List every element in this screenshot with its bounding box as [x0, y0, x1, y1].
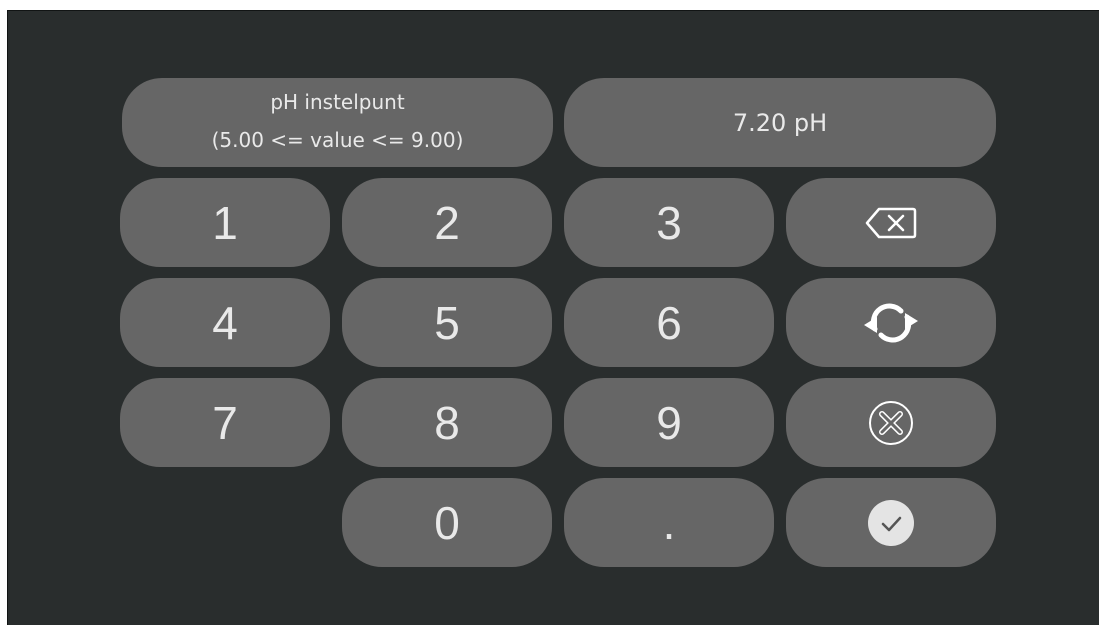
cancel-button[interactable] — [786, 378, 996, 467]
key-0-button[interactable]: 0 — [342, 478, 552, 567]
keypad-screen: pH instelpunt (5.00 <= value <= 9.00) 7.… — [7, 10, 1099, 625]
key-6-button[interactable]: 6 — [564, 278, 774, 367]
refresh-icon — [864, 303, 918, 342]
setpoint-title: pH instelpunt — [270, 89, 405, 114]
key-4-button[interactable]: 4 — [120, 278, 330, 367]
key-7-button[interactable]: 7 — [120, 378, 330, 467]
value-display: 7.20 pH — [564, 78, 996, 167]
backspace-button[interactable] — [786, 178, 996, 267]
key-5-button[interactable]: 5 — [342, 278, 552, 367]
confirm-button[interactable] — [786, 478, 996, 567]
cancel-icon — [869, 400, 913, 445]
reset-button[interactable] — [786, 278, 996, 367]
backspace-icon — [865, 207, 917, 238]
key-1-button[interactable]: 1 — [120, 178, 330, 267]
setpoint-info-panel: pH instelpunt (5.00 <= value <= 9.00) — [122, 78, 553, 167]
checkmark-icon — [868, 499, 914, 546]
setpoint-range: (5.00 <= value <= 9.00) — [211, 127, 464, 152]
key-8-button[interactable]: 8 — [342, 378, 552, 467]
key-2-button[interactable]: 2 — [342, 178, 552, 267]
key-9-button[interactable]: 9 — [564, 378, 774, 467]
decimal-point-button[interactable]: . — [564, 478, 774, 567]
key-3-button[interactable]: 3 — [564, 178, 774, 267]
